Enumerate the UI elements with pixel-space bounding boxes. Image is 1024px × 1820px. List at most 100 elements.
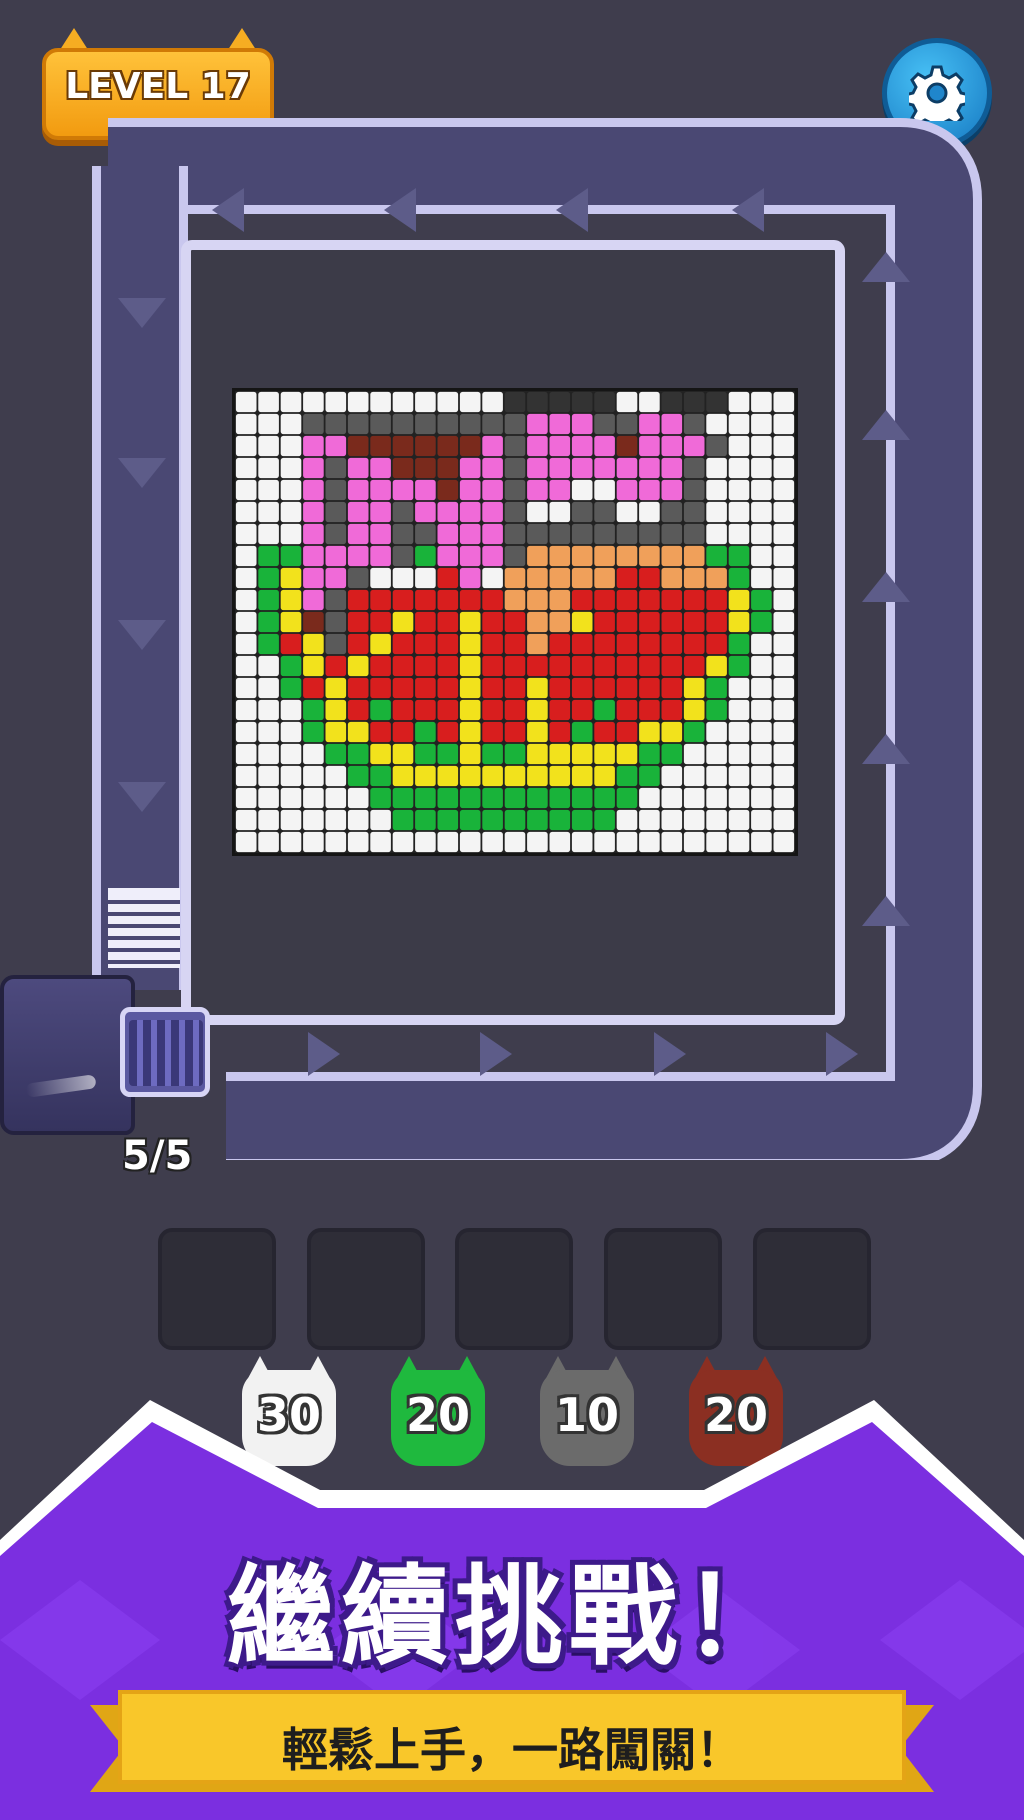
pixel-block: [459, 391, 481, 413]
pixel-block: [392, 435, 414, 457]
pixel-block: [661, 589, 683, 611]
pixel-block: [303, 743, 324, 765]
pixel-block: [504, 721, 526, 743]
pixel-block: [235, 743, 257, 765]
pixel-block: [280, 391, 302, 413]
pixel-block: [482, 765, 503, 787]
pixel-block: [571, 545, 593, 567]
pixel-block: [258, 435, 279, 457]
pixel-block: [392, 831, 414, 853]
pixel-block: [482, 479, 503, 501]
pixel-block: [773, 479, 795, 501]
pixel-block: [594, 809, 615, 831]
pixel-block: [482, 589, 503, 611]
pixel-block: [504, 545, 526, 567]
pixel-block: [280, 633, 302, 655]
pixel-block: [258, 545, 279, 567]
pixel-block: [616, 567, 638, 589]
pixel-block: [347, 699, 369, 721]
pixel-block: [728, 831, 750, 853]
pixel-block: [482, 413, 503, 435]
pixel-block: [661, 567, 683, 589]
pixel-block: [392, 457, 414, 479]
pixel-block: [616, 831, 638, 853]
pixel-block: [325, 655, 347, 677]
pixel-block: [661, 655, 683, 677]
pixel-block: [325, 743, 347, 765]
pixel-block: [482, 787, 503, 809]
pixel-block: [235, 501, 257, 523]
pixel-block: [415, 633, 436, 655]
pixel-block: [639, 523, 660, 545]
pixel-block: [347, 765, 369, 787]
pixel-block: [683, 435, 705, 457]
queue-slot[interactable]: [455, 1228, 573, 1350]
pixel-block: [728, 677, 750, 699]
pixel-block: [303, 567, 324, 589]
pixel-block: [482, 699, 503, 721]
pixel-block: [527, 787, 548, 809]
queue-slot[interactable]: [158, 1228, 276, 1350]
pixel-block: [549, 611, 571, 633]
pixel-block: [504, 831, 526, 853]
pixel-block: [303, 831, 324, 853]
pixel-block: [370, 523, 391, 545]
pixel-block: [280, 677, 302, 699]
queue-slot[interactable]: [604, 1228, 722, 1350]
pixel-block: [258, 831, 279, 853]
pixel-block: [258, 677, 279, 699]
pixel-block: [235, 545, 257, 567]
pixel-block: [482, 523, 503, 545]
pixel-block: [504, 413, 526, 435]
pixel-block: [751, 457, 772, 479]
pixel-block: [303, 677, 324, 699]
pixel-block: [482, 567, 503, 589]
pixel-block: [347, 677, 369, 699]
pixel-block: [683, 831, 705, 853]
pixel-block: [347, 501, 369, 523]
pixel-block: [325, 391, 347, 413]
pixel-block: [571, 831, 593, 853]
pixel-block: [280, 809, 302, 831]
pixel-block: [661, 435, 683, 457]
pixel-block: [751, 611, 772, 633]
pixel-block: [325, 809, 347, 831]
pixel-block: [280, 523, 302, 545]
pixel-block: [437, 501, 459, 523]
pixel-block: [459, 501, 481, 523]
pixel-block: [616, 589, 638, 611]
pixel-block: [370, 589, 391, 611]
pixel-block: [235, 479, 257, 501]
pixel-block: [549, 501, 571, 523]
pixel-block: [661, 545, 683, 567]
pixel-block: [235, 567, 257, 589]
pixel-block: [571, 589, 593, 611]
pixel-block: [347, 743, 369, 765]
pixel-block: [773, 765, 795, 787]
queue-slot[interactable]: [753, 1228, 871, 1350]
queue-slot[interactable]: [307, 1228, 425, 1350]
pixel-block: [235, 611, 257, 633]
pixel-block: [415, 699, 436, 721]
pixel-block: [549, 831, 571, 853]
pixel-block: [392, 611, 414, 633]
pixel-block: [415, 787, 436, 809]
pixel-puzzle-board[interactable]: [232, 388, 798, 856]
pixel-block: [728, 435, 750, 457]
block-shooter[interactable]: [0, 975, 135, 1135]
pixel-block: [661, 721, 683, 743]
pixel-block: [683, 633, 705, 655]
pixel-block: [235, 655, 257, 677]
pixel-block: [751, 721, 772, 743]
pixel-block: [325, 567, 347, 589]
pixel-block: [258, 567, 279, 589]
pixel-block: [683, 677, 705, 699]
pixel-block: [683, 545, 705, 567]
pixel-block: [504, 611, 526, 633]
pixel-block: [437, 743, 459, 765]
pixel-block: [303, 611, 324, 633]
pixel-block: [370, 743, 391, 765]
pixel-block: [706, 743, 727, 765]
pixel-block: [706, 523, 727, 545]
pixel-block: [459, 567, 481, 589]
